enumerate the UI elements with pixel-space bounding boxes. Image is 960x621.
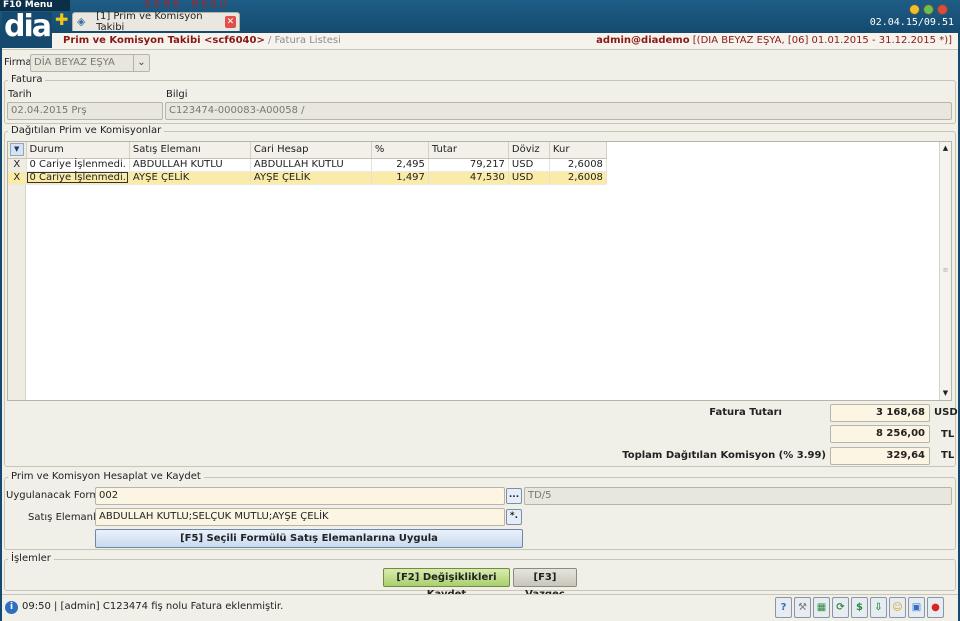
firma-label: Firma — [4, 57, 32, 68]
fatura-tutari-tl: 8 256,00 — [830, 425, 930, 443]
firma-value: DİA BEYAZ EŞYA — [34, 57, 115, 68]
status-bar: i 09:50 | [admin] C123474 fiş nolu Fatur… — [0, 594, 960, 621]
save-button[interactable]: [F2] Değişiklikleri Kaydet — [383, 568, 510, 600]
table-row[interactable]: X 0 Cariye İşlenmedi. AYŞE ÇELİK AYŞE ÇE… — [8, 171, 607, 185]
vertical-scrollbar[interactable]: ▲ ≡ ▼ — [939, 142, 951, 400]
row-mark[interactable]: X — [8, 171, 27, 185]
tab-label: [1] Prim ve Komisyon Takibi — [96, 11, 203, 33]
stop-icon[interactable]: ● — [927, 597, 944, 618]
calculator-icon[interactable]: ▦ — [813, 597, 830, 618]
smiley-icon[interactable]: ☺ — [889, 597, 906, 618]
formul-lookup-button[interactable]: ... — [506, 488, 522, 504]
user-name: admin@diademo — [596, 35, 690, 46]
cell-cari[interactable]: AYŞE ÇELİK — [250, 171, 372, 185]
hesaplat-group-title: Prim ve Komisyon Hesaplat ve Kaydet — [8, 471, 204, 482]
commission-table-body: ▼ Durum Satış Elemanı Cari Hesap % Tutar… — [8, 142, 607, 185]
filter-dropdown-icon[interactable]: ▼ — [9, 143, 24, 157]
currency-usd: USD — [934, 407, 958, 418]
fatura-tutari-label: Fatura Tutarı — [709, 407, 782, 418]
table-header-row: ▼ Durum Satış Elemanı Cari Hesap % Tutar… — [8, 142, 607, 159]
cell-satis[interactable]: ABDULLAH KUTLU — [129, 158, 251, 172]
cell-yuzde[interactable]: 2,495 — [371, 158, 429, 172]
cell-doviz[interactable]: USD — [508, 171, 550, 185]
company-period: [(DIA BEYAZ EŞYA, [06] 01.01.2015 - 31.1… — [692, 35, 952, 46]
status-message: 09:50 | [admin] C123474 fiş nolu Fatura … — [22, 601, 284, 612]
user-context: admin@diademo [(DIA BEYAZ EŞYA, [06] 01.… — [596, 35, 952, 46]
scroll-grip-icon[interactable]: ≡ — [941, 266, 950, 275]
row-mark[interactable]: X — [8, 158, 27, 172]
bilgi-field[interactable]: C123474-000083-A00058 / — [165, 102, 952, 120]
formul-label: Uygulanacak Formül — [6, 490, 109, 501]
column-durum[interactable]: Durum — [26, 142, 130, 159]
refresh-icon[interactable]: ⟳ — [832, 597, 849, 618]
cell-cari[interactable]: ABDULLAH KUTLU — [250, 158, 372, 172]
minimize-icon[interactable] — [909, 4, 920, 15]
info-icon: i — [5, 601, 18, 614]
islemler-group-title: İşlemler — [8, 553, 54, 564]
firma-select[interactable]: DİA BEYAZ EŞYA ⌄ — [30, 54, 150, 72]
currency-tl-2: TL — [941, 450, 955, 461]
chevron-down-icon[interactable]: ⌄ — [133, 55, 149, 71]
fatura-tutari-usd: 3 168,68 — [830, 404, 930, 422]
download-icon[interactable]: ⇩ — [870, 597, 887, 618]
column-cari-hesap[interactable]: Cari Hesap — [250, 142, 372, 159]
table-row[interactable]: X 0 Cariye İşlenmedi. ABDULLAH KUTLU ABD… — [8, 158, 607, 172]
title-bar: F10 Menu DEMO MODU ◈ [1] Prim ve Komisyo… — [0, 0, 960, 33]
komisyon-value: 329,64 — [830, 447, 930, 465]
dia-logo: dia — [2, 12, 52, 48]
formul-input[interactable]: 002 — [95, 487, 505, 505]
column-filter[interactable]: ▼ — [8, 142, 27, 159]
scroll-down-icon[interactable]: ▼ — [941, 389, 950, 398]
new-tab-plus-icon[interactable]: ✚ — [55, 12, 68, 28]
column-kur[interactable]: Kur — [549, 142, 607, 159]
cell-tutar[interactable]: 47,530 — [428, 171, 509, 185]
tab-close-icon[interactable]: ✕ — [224, 16, 236, 28]
cell-satis[interactable]: AYŞE ÇELİK — [129, 171, 251, 185]
cell-yuzde[interactable]: 1,497 — [371, 171, 429, 185]
tag-icon: ◈ — [77, 15, 86, 28]
window-controls — [909, 4, 948, 15]
cell-kur[interactable]: 2,6008 — [549, 158, 607, 172]
currency-tl: TL — [941, 429, 955, 440]
commission-table: ▼ Durum Satış Elemanı Cari Hesap % Tutar… — [7, 141, 952, 401]
tab-prim-komisyon[interactable]: ◈ [1] Prim ve Komisyon Takibi ✕ — [72, 11, 240, 33]
cell-durum[interactable]: 0 Cariye İşlenmedi. — [26, 158, 130, 172]
cell-kur[interactable]: 2,6008 — [549, 171, 607, 185]
scroll-up-icon[interactable]: ▲ — [941, 144, 950, 153]
tarih-field[interactable]: 02.04.2015 Prş — [7, 102, 163, 120]
page-title-text: Prim ve Komisyon Takibi <scf6040> — [63, 35, 265, 46]
wrench-icon[interactable]: ⚒ — [794, 597, 811, 618]
column-yuzde[interactable]: % — [371, 142, 429, 159]
lock-icon[interactable]: ▣ — [908, 597, 925, 618]
formul-info-field: TD/5 — [524, 487, 952, 505]
cell-tutar[interactable]: 79,217 — [428, 158, 509, 172]
clock: 02.04.15/09.51 — [869, 17, 954, 28]
page-title: Prim ve Komisyon Takibi <scf6040> / Fatu… — [63, 35, 341, 46]
komisyon-label: Toplam Dağıtılan Komisyon (% 3.99) — [622, 450, 826, 461]
dagitilan-group-title: Dağıtılan Prim ve Komisyonlar — [8, 125, 165, 136]
window-border-left — [0, 33, 2, 621]
cell-doviz[interactable]: USD — [508, 158, 550, 172]
close-window-icon[interactable] — [937, 4, 948, 15]
fatura-group-title: Fatura — [8, 74, 46, 85]
satis-elemanlari-select-button[interactable]: *. — [506, 509, 522, 525]
cancel-button[interactable]: [F3] Vazgeç — [513, 568, 577, 600]
breadcrumb[interactable]: / Fatura Listesi — [265, 35, 341, 46]
apply-formula-button[interactable]: [F5] Seçili Formülü Satış Elemanlarına U… — [95, 529, 523, 548]
help-icon[interactable]: ? — [775, 597, 792, 618]
bilgi-label: Bilgi — [166, 89, 188, 100]
demo-mode-label: DEMO MODU — [145, 0, 230, 10]
page-header: Prim ve Komisyon Takibi <scf6040> / Fatu… — [0, 33, 960, 50]
currency-icon[interactable]: $ — [851, 597, 868, 618]
column-tutar[interactable]: Tutar — [428, 142, 509, 159]
maximize-icon[interactable] — [923, 4, 934, 15]
column-satis-elemani[interactable]: Satış Elemanı — [129, 142, 251, 159]
tarih-label: Tarih — [8, 89, 32, 100]
satis-elemanlari-input[interactable]: ABDULLAH KUTLU;SELÇUK MUTLU;AYŞE ÇELİK — [95, 508, 505, 526]
column-doviz[interactable]: Döviz — [508, 142, 550, 159]
cell-durum[interactable]: 0 Cariye İşlenmedi. — [26, 171, 130, 185]
toolbar-icons: ? ⚒ ▦ ⟳ $ ⇩ ☺ ▣ ● — [775, 597, 944, 618]
